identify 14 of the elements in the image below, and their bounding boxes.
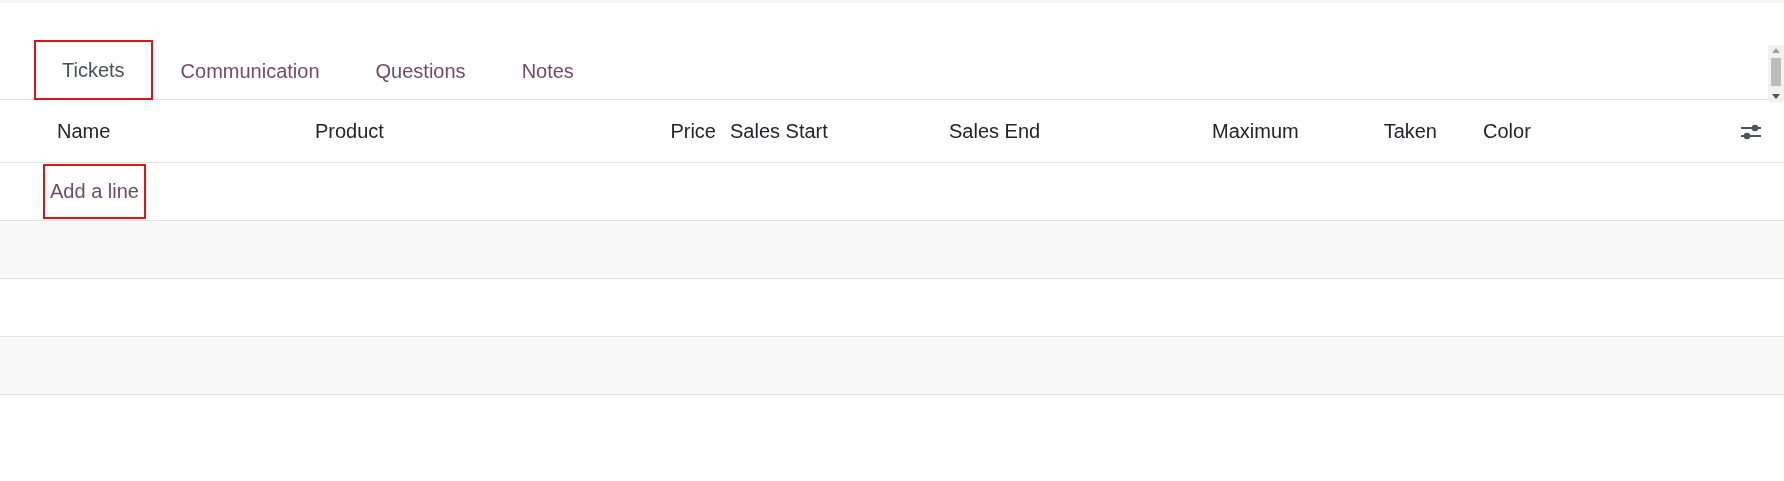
tab[interactable]: Questions xyxy=(347,40,494,100)
column-header[interactable]: Color xyxy=(1483,115,1531,146)
tab[interactable]: Notes xyxy=(493,40,602,100)
column-header[interactable]: Sales End xyxy=(949,115,1041,146)
column-header[interactable]: Maximum xyxy=(1212,115,1299,146)
scrollbar[interactable] xyxy=(1768,45,1784,102)
column-header[interactable]: Name xyxy=(57,115,111,146)
tab[interactable]: Tickets xyxy=(34,40,153,100)
column-header[interactable]: Sales Start xyxy=(730,115,828,146)
column-header[interactable]: Price xyxy=(670,115,716,146)
column-header[interactable]: Product xyxy=(315,115,384,146)
column-header[interactable]: Taken xyxy=(1383,115,1437,146)
tab[interactable]: Communication xyxy=(152,40,348,100)
add-line-link[interactable]: Add a line xyxy=(43,163,146,219)
